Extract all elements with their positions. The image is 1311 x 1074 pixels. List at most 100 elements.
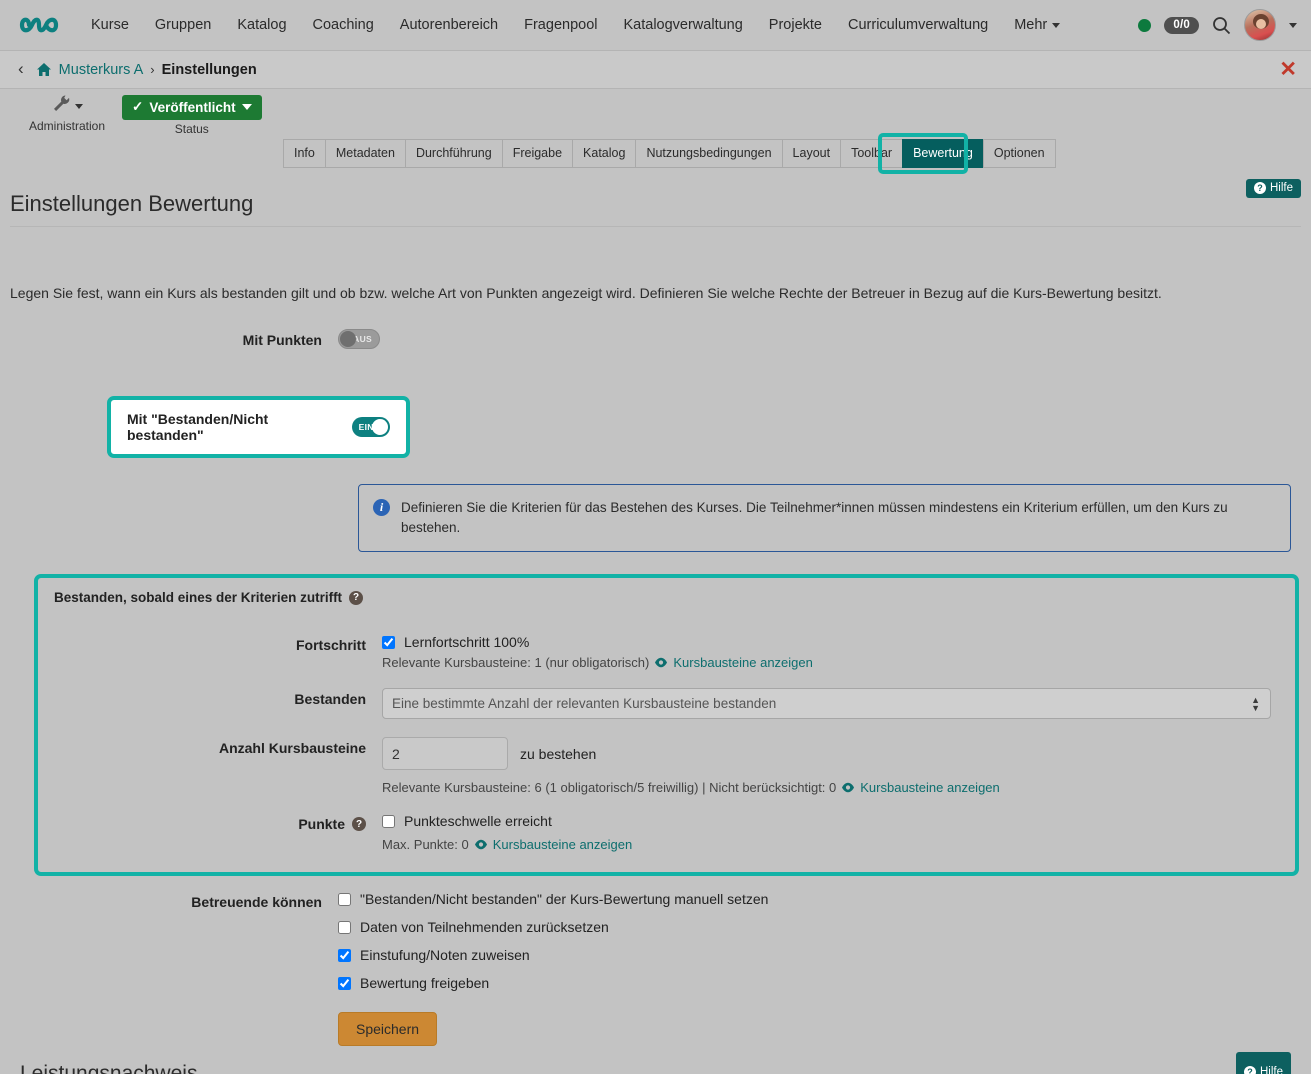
tab-bewertung[interactable]: Bewertung bbox=[902, 139, 983, 168]
help-button-label: Hilfe bbox=[1270, 182, 1293, 194]
top-navigation-bar: Kurse Gruppen Katalog Coaching Autorenbe… bbox=[0, 0, 1311, 51]
intro-text: Legen Sie fest, wann ein Kurs als bestan… bbox=[10, 284, 1301, 304]
breadcrumb: ‹ Musterkurs A › Einstellungen ✕ bbox=[0, 51, 1311, 89]
tab-nutzungsbedingungen[interactable]: Nutzungsbedingungen bbox=[635, 139, 781, 168]
nav-item-projekte[interactable]: Projekte bbox=[756, 11, 835, 39]
tab-toolbar[interactable]: Toolbar bbox=[840, 139, 902, 168]
coaches-checkbox-release-assessment[interactable] bbox=[338, 977, 351, 990]
passed-select[interactable]: Eine bestimmte Anzahl der relevanten Kur… bbox=[382, 688, 1271, 719]
progress-field: Lernfortschritt 100% Relevante Kursbaust… bbox=[382, 634, 1279, 670]
points-threshold-label: Punkteschwelle erreicht bbox=[404, 813, 552, 829]
nav-item-mehr[interactable]: Mehr bbox=[1001, 11, 1073, 39]
check-icon: ✓ bbox=[132, 99, 143, 115]
bottom-section: Leistungsnachweis ? Hilfe bbox=[10, 1046, 1301, 1074]
close-icon[interactable]: ✕ bbox=[1279, 59, 1297, 80]
progress-row: Fortschritt Lernfortschritt 100% Relevan… bbox=[54, 634, 1279, 670]
points-note-text: Max. Punkte: 0 bbox=[382, 837, 469, 852]
coaches-field: "Bestanden/Nicht bestanden" der Kurs-Bew… bbox=[338, 891, 1301, 1046]
coaches-checkbox-manual-pass[interactable] bbox=[338, 893, 351, 906]
criteria-help-icon[interactable]: ? bbox=[349, 591, 363, 605]
status-published-label: Veröffentlicht bbox=[149, 100, 235, 115]
nav-item-gruppen[interactable]: Gruppen bbox=[142, 11, 224, 39]
info-alert: i Definieren Sie die Kriterien für das B… bbox=[358, 484, 1291, 553]
points-toggle-knob bbox=[340, 331, 356, 347]
main-nav-links: Kurse Gruppen Katalog Coaching Autorenbe… bbox=[78, 11, 1073, 39]
tab-metadaten[interactable]: Metadaten bbox=[325, 139, 405, 168]
points-show-elements-link[interactable]: Kursbausteine anzeigen bbox=[474, 837, 633, 852]
count-show-elements-link[interactable]: Kursbausteine anzeigen bbox=[841, 780, 1000, 795]
wrench-icon bbox=[52, 94, 71, 118]
nav-item-katalog[interactable]: Katalog bbox=[224, 11, 299, 39]
question-mark-icon: ? bbox=[1244, 1066, 1256, 1074]
coaches-checkbox-assign-grades[interactable] bbox=[338, 949, 351, 962]
breadcrumb-current: Einstellungen bbox=[162, 62, 257, 78]
pass-fail-toggle-knob bbox=[372, 419, 388, 435]
points-criteria-row: Punkte ? Punkteschwelle erreicht Max. Pu… bbox=[54, 813, 1279, 852]
points-link-label: Kursbausteine anzeigen bbox=[493, 837, 633, 852]
criteria-heading-text: Bestanden, sobald eines der Kriterien zu… bbox=[54, 590, 342, 605]
nav-item-katalogverwaltung[interactable]: Katalogverwaltung bbox=[610, 11, 755, 39]
bottom-help-button[interactable]: ? Hilfe bbox=[1236, 1052, 1291, 1074]
nav-item-kurse[interactable]: Kurse bbox=[78, 11, 142, 39]
tab-katalog[interactable]: Katalog bbox=[572, 139, 635, 168]
progress-checkbox-label: Lernfortschritt 100% bbox=[404, 634, 529, 650]
progress-checkbox[interactable] bbox=[382, 636, 395, 649]
coaches-option-3: Bewertung freigeben bbox=[338, 975, 1301, 991]
tab-durchfuehrung[interactable]: Durchführung bbox=[405, 139, 502, 168]
administration-menu[interactable]: Administration bbox=[12, 95, 122, 133]
status-chevron-down-icon bbox=[242, 104, 252, 110]
criteria-panel-heading: Bestanden, sobald eines der Kriterien zu… bbox=[54, 590, 1279, 605]
progress-checkbox-row: Lernfortschritt 100% bbox=[382, 634, 1279, 650]
eye-icon bbox=[474, 839, 488, 850]
progress-show-elements-link[interactable]: Kursbausteine anzeigen bbox=[654, 655, 813, 670]
count-row: Anzahl Kursbausteine zu bestehen Relevan… bbox=[54, 737, 1279, 795]
administration-chevron-down-icon bbox=[75, 104, 83, 109]
pass-fail-toggle-box: Mit "Bestanden/Nicht bestanden" EIN bbox=[107, 396, 410, 458]
tab-layout[interactable]: Layout bbox=[782, 139, 841, 168]
nav-item-curriculumverwaltung[interactable]: Curriculumverwaltung bbox=[835, 11, 1001, 39]
main-content: ? Hilfe Einstellungen Bewertung Legen Si… bbox=[0, 173, 1311, 1074]
course-toolbar: Administration ✓ Veröffentlicht Status bbox=[0, 89, 1311, 141]
pass-fail-toggle[interactable]: EIN bbox=[352, 417, 390, 437]
coaches-checkbox-reset-data[interactable] bbox=[338, 921, 351, 934]
points-toggle-row: Mit Punkten AUS bbox=[10, 329, 1301, 349]
nav-item-mehr-label: Mehr bbox=[1014, 17, 1047, 33]
coaches-option-label-3: Bewertung freigeben bbox=[360, 975, 489, 991]
nav-item-autorenbereich[interactable]: Autorenbereich bbox=[387, 11, 511, 39]
coaches-option-label-1: Daten von Teilnehmenden zurücksetzen bbox=[360, 919, 609, 935]
passed-select-row: Bestanden Eine bestimmte Anzahl der rele… bbox=[54, 688, 1279, 719]
breadcrumb-course-link[interactable]: Musterkurs A bbox=[59, 62, 144, 78]
eye-icon bbox=[841, 782, 855, 793]
status-published-button[interactable]: ✓ Veröffentlicht bbox=[122, 95, 262, 120]
points-help-icon[interactable]: ? bbox=[352, 817, 366, 831]
points-toggle-label: Mit Punkten bbox=[10, 329, 338, 348]
points-toggle-field: AUS bbox=[338, 329, 1301, 349]
points-criteria-field: Punkteschwelle erreicht Max. Punkte: 0 K… bbox=[382, 813, 1279, 852]
info-alert-text: Definieren Sie die Kriterien für das Bes… bbox=[401, 498, 1276, 539]
back-chevron-left-icon[interactable]: ‹ bbox=[16, 60, 36, 79]
nav-item-coaching[interactable]: Coaching bbox=[300, 11, 387, 39]
infinity-logo-icon[interactable] bbox=[18, 10, 62, 40]
tab-info[interactable]: Info bbox=[283, 139, 325, 168]
count-input-row: zu bestehen bbox=[382, 737, 1279, 770]
nav-item-fragenpool[interactable]: Fragenpool bbox=[511, 11, 610, 39]
points-toggle[interactable]: AUS bbox=[338, 329, 380, 349]
points-threshold-checkbox[interactable] bbox=[382, 815, 395, 828]
passed-select-field: Eine bestimmte Anzahl der relevanten Kur… bbox=[382, 688, 1271, 719]
count-input[interactable] bbox=[382, 737, 508, 770]
avatar[interactable] bbox=[1244, 9, 1276, 41]
home-icon[interactable] bbox=[36, 62, 52, 77]
help-button[interactable]: ? Hilfe bbox=[1246, 179, 1301, 198]
administration-icon-row bbox=[52, 95, 83, 117]
save-button[interactable]: Speichern bbox=[338, 1012, 437, 1046]
user-menu-chevron-down-icon[interactable] bbox=[1289, 23, 1297, 28]
search-icon[interactable] bbox=[1212, 16, 1231, 35]
passed-select-label: Bestanden bbox=[54, 688, 382, 707]
status-menu[interactable]: ✓ Veröffentlicht Status bbox=[122, 95, 262, 136]
points-criteria-label: Punkte bbox=[298, 816, 345, 832]
notification-badge[interactable]: 0/0 bbox=[1164, 17, 1199, 34]
bottom-section-heading: Leistungsnachweis bbox=[20, 1062, 1301, 1074]
tab-optionen[interactable]: Optionen bbox=[983, 139, 1056, 168]
tab-freigabe[interactable]: Freigabe bbox=[502, 139, 572, 168]
criteria-panel: Bestanden, sobald eines der Kriterien zu… bbox=[34, 574, 1299, 876]
